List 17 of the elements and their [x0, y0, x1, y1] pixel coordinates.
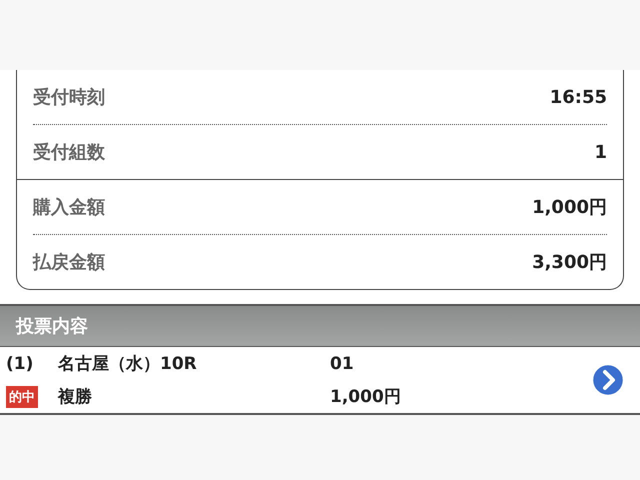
hit-badge: 的中 [6, 386, 38, 408]
race-name: 名古屋（水）10R [58, 353, 198, 375]
row-value: 1 [594, 142, 607, 162]
bet-row[interactable]: (1) 名古屋（水）10R 01 的中 複勝 1,000円 [0, 347, 640, 415]
row-value: 1,000円 [532, 196, 607, 219]
row-label: 受付組数 [33, 141, 105, 164]
bet-type: 複勝 [58, 386, 93, 408]
row-value: 16:55 [550, 86, 607, 108]
combination: 01 [330, 354, 355, 374]
chevron-icon[interactable] [590, 362, 626, 398]
bet-number: (1) [6, 354, 34, 374]
bet-amount: 1,000円 [330, 386, 402, 408]
row-value: 3,300円 [532, 251, 607, 274]
row-label: 購入金額 [33, 196, 105, 219]
row-label: 払戻金額 [33, 251, 105, 274]
section-title: 投票内容 [16, 315, 88, 338]
row-label: 受付時刻 [33, 86, 105, 109]
